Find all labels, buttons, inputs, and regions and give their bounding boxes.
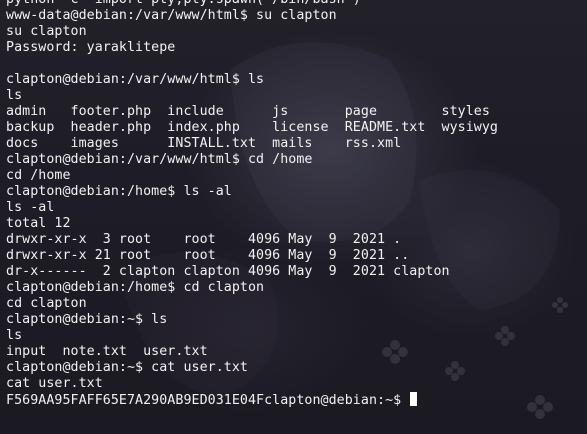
terminal-line: ls: [6, 328, 23, 343]
terminal-line: drwxr-xr-x 21 root root 4096 May 9 2021 …: [6, 248, 410, 263]
terminal-line: clapton@debian:/var/www/html$ ls: [6, 72, 265, 87]
terminal-line: ls -al: [6, 200, 55, 215]
terminal-line: python -c 'import pty;pty.spawn("/bin/ba…: [6, 0, 498, 8]
terminal-line: Password: yaraklitepe: [6, 40, 176, 55]
terminal-line: clapton@debian:/home$ cd clapton: [6, 280, 265, 295]
terminal-line-text: F569AA95FAFF65E7A290AB9ED031E04Fclapton@…: [6, 393, 410, 408]
terminal-line: cd clapton: [6, 296, 87, 311]
terminal-line: cat user.txt: [6, 376, 103, 391]
terminal-prompt-line[interactable]: F569AA95FAFF65E7A290AB9ED031E04Fclapton@…: [6, 392, 498, 408]
terminal-window[interactable]: python -c 'import pty;pty.spawn("/bin/ba…: [0, 0, 587, 434]
terminal-line: input note.txt user.txt: [6, 344, 208, 359]
terminal-line: clapton@debian:/var/www/html$ cd /home: [6, 152, 313, 167]
terminal-line: drwxr-xr-x 3 root root 4096 May 9 2021 .: [6, 232, 402, 247]
terminal-line: docs images INSTALL.txt mails rss.xml: [6, 136, 402, 151]
terminal-line: clapton@debian:~$ cat user.txt: [6, 360, 248, 375]
terminal-cursor: [410, 392, 418, 406]
terminal-line: clapton@debian:/home$ ls -al: [6, 184, 232, 199]
terminal-output: python -c 'import pty;pty.spawn("/bin/ba…: [6, 0, 498, 408]
terminal-line: ls: [6, 88, 23, 103]
terminal-line: clapton@debian:~$ ls: [6, 312, 168, 327]
terminal-line: admin footer.php include js page styles: [6, 104, 490, 119]
terminal-line: backup header.php index.php license READ…: [6, 120, 498, 135]
terminal-line: dr-x------ 2 clapton clapton 4096 May 9 …: [6, 264, 450, 279]
terminal-line: www-data@debian:/var/www/html$ su clapto…: [6, 8, 337, 23]
terminal-line: cd /home: [6, 168, 71, 183]
terminal-line: total 12: [6, 216, 71, 231]
terminal-line: su clapton: [6, 24, 87, 39]
